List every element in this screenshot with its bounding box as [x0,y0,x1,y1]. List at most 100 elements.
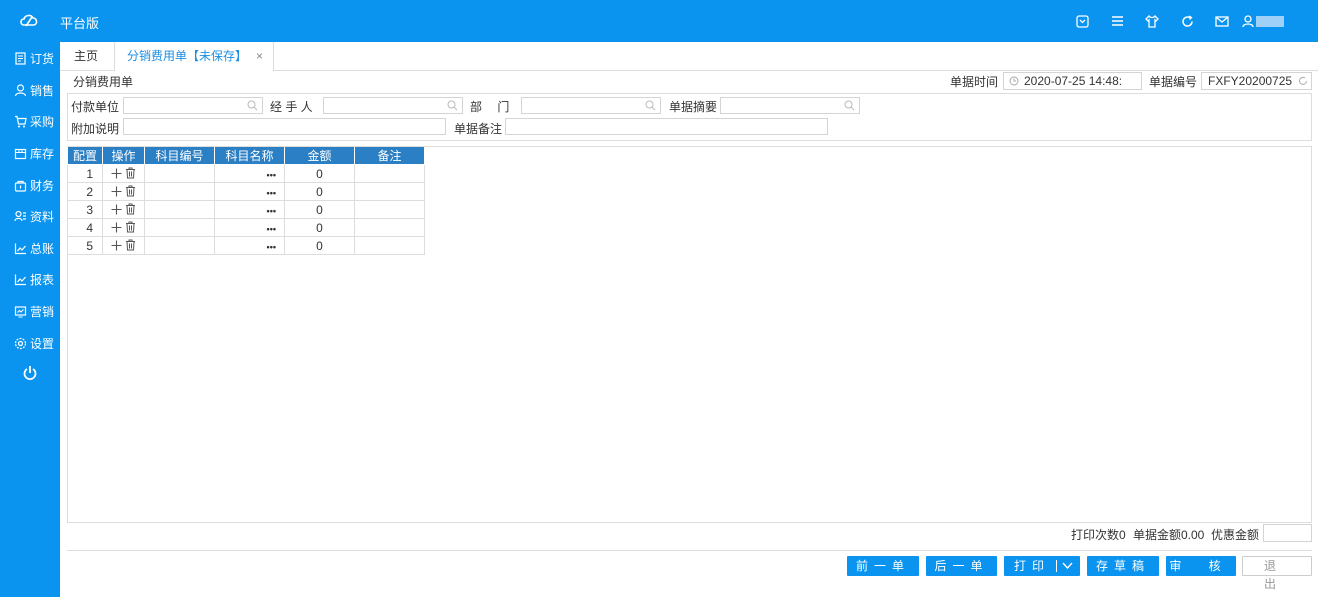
discount-input[interactable] [1263,524,1312,542]
search-icon[interactable] [645,100,656,111]
trash-icon[interactable] [125,185,136,197]
row-actions [102,200,145,219]
user-name-masked [1256,15,1284,27]
col-config[interactable]: 配置 [67,147,103,165]
sidebar-item-5[interactable]: 资料 [0,201,60,233]
more-icon[interactable]: ••• [267,188,276,198]
row-actions [102,182,145,201]
audit-button[interactable]: 审 核 [1166,556,1236,576]
amount-cell[interactable]: 0 [284,182,355,201]
amount-cell[interactable]: 0 [284,164,355,183]
more-icon[interactable]: ••• [267,206,276,216]
print-button[interactable]: 打印 [1004,556,1080,576]
add-row-icon[interactable] [111,240,122,251]
summary-input[interactable] [720,97,860,114]
table-row: 5 ••• 0 [67,236,425,255]
subject-name-cell[interactable]: ••• [214,164,285,183]
amount-cell[interactable]: 0 [284,236,355,255]
top-bar: 平台版 [0,0,1318,42]
date-field[interactable]: 2020-07-25 14:48: [1003,72,1142,90]
user-menu[interactable] [1242,13,1284,29]
inbox-icon[interactable] [1074,13,1090,29]
row-actions [102,164,145,183]
sidebar-item-label: 采购 [30,115,55,130]
power-button[interactable] [0,365,60,381]
more-icon[interactable]: ••• [267,242,276,252]
amount-cell[interactable]: 0 [284,200,355,219]
subject-code-cell[interactable] [144,218,215,237]
search-icon[interactable] [247,100,258,111]
user-icon [1242,14,1254,27]
print-label: 打印 [1014,559,1051,573]
chevron-down-icon[interactable] [1062,562,1073,570]
tab-home[interactable]: 主页 [74,42,98,70]
search-icon[interactable] [447,100,458,111]
search-icon[interactable] [844,100,855,111]
subject-name-cell[interactable]: ••• [214,236,285,255]
refresh-icon[interactable] [1179,13,1195,29]
col-action: 操作 [102,147,145,165]
sidebar-item-3[interactable]: 库存 [0,138,60,170]
sidebar-item-4[interactable]: 财务 [0,169,60,201]
form-title: 分销费用单 [73,75,134,89]
subject-code-cell[interactable] [144,182,215,201]
remark-cell[interactable] [354,200,425,219]
trash-icon[interactable] [125,203,136,215]
subject-name-cell[interactable]: ••• [214,218,285,237]
menu-icon[interactable] [1109,13,1125,29]
dept-input[interactable] [521,97,661,114]
sidebar-item-1[interactable]: 销售 [0,75,60,107]
remark-input[interactable] [505,118,828,135]
handler-input[interactable] [323,97,463,114]
trash-icon[interactable] [125,167,136,179]
remark-cell[interactable] [354,236,425,255]
payer-input[interactable] [123,97,263,114]
sidebar-item-label: 总账 [30,241,55,256]
add-row-icon[interactable] [111,186,122,197]
prev-button[interactable]: 前一单 [847,556,919,576]
theme-shirt-icon[interactable] [1144,13,1160,29]
exit-button[interactable]: 退 出 [1242,556,1312,591]
sidebar-item-7[interactable]: 报表 [0,264,60,296]
date-value: 2020-07-25 14:48: [1024,74,1123,88]
data-icon [14,211,26,222]
row-number: 4 [67,218,103,237]
sidebar-item-label: 库存 [30,147,55,162]
number-label: 单据编号 [1149,75,1198,89]
subject-name-cell[interactable]: ••• [214,182,285,201]
sidebar-item-label: 订货 [30,52,55,67]
subject-code-cell[interactable] [144,200,215,219]
close-icon[interactable]: × [256,42,263,70]
refresh-small-icon[interactable] [1298,76,1308,86]
sidebar-item-6[interactable]: 总账 [0,233,60,265]
trash-icon[interactable] [125,239,136,251]
more-icon[interactable]: ••• [267,224,276,234]
subject-code-cell[interactable] [144,164,215,183]
sidebar-item-8[interactable]: 营销 [0,296,60,328]
sidebar-item-label: 报表 [30,273,55,288]
payer-label: 付款单位 [71,100,120,114]
mail-icon[interactable] [1214,13,1230,29]
add-row-icon[interactable] [111,168,122,179]
remark-cell[interactable] [354,218,425,237]
more-icon[interactable]: ••• [267,170,276,180]
sidebar-item-2[interactable]: 采购 [0,106,60,138]
trash-icon[interactable] [125,221,136,233]
remark-cell[interactable] [354,182,425,201]
tab-distribution-expense[interactable]: 分销费用单【未保存】 × [114,42,274,71]
number-value: FXFY20200725 [1208,74,1293,88]
subject-name-cell[interactable]: ••• [214,200,285,219]
sidebar-item-9[interactable]: 设置 [0,327,60,359]
add-row-icon[interactable] [111,222,122,233]
amount-cell[interactable]: 0 [284,218,355,237]
add-row-icon[interactable] [111,204,122,215]
subject-code-cell[interactable] [144,236,215,255]
remark-cell[interactable] [354,164,425,183]
cart-icon [15,116,27,128]
sidebar-item-0[interactable]: 订货 [0,43,60,75]
next-button[interactable]: 后一单 [926,556,997,576]
extra-input[interactable] [123,118,446,135]
save-draft-button[interactable]: 存草稿 [1087,556,1159,576]
brand-title: 平台版 [60,16,100,31]
number-field[interactable]: FXFY20200725 [1201,72,1312,90]
